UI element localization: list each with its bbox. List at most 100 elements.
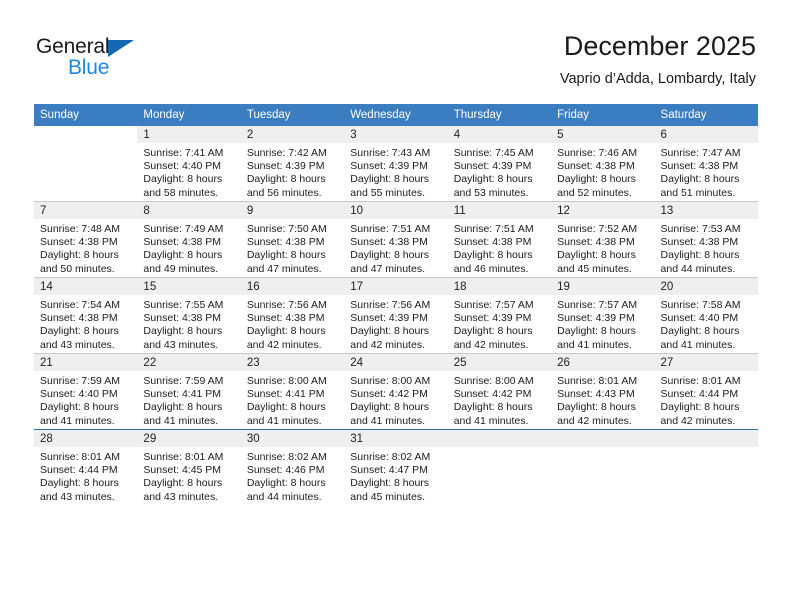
- daylight-text-line2: and 42 minutes.: [246, 338, 322, 351]
- sunrise-text: Sunrise: 8:00 AM: [246, 375, 327, 387]
- calendar-day-cell[interactable]: 22 Sunrise: 7:59 AM Sunset: 4:41 PM Dayligh…: [137, 353, 241, 430]
- calendar-day-cell[interactable]: 23 Sunrise: 8:00 AM Sunset: 4:41 PM Dayligh…: [240, 353, 345, 430]
- calendar-day-cell[interactable]: 5 Sunrise: 7:46 AM Sunset: 4:38 PM Daylight…: [551, 126, 655, 202]
- calendar-day-cell[interactable]: 1 Sunrise: 7:41 AM Sunset: 4:40 PM Daylight…: [137, 126, 241, 202]
- day-details: Sunrise: 7:55 AM Sunset: 4:38 PM Daylight:…: [137, 295, 240, 352]
- sunrise-text: Sunrise: 7:54 AM: [40, 299, 120, 311]
- sunrise-text: Sunrise: 7:47 AM: [660, 147, 741, 159]
- calendar-day-cell[interactable]: 19 Sunrise: 7:57 AM Sunset: 4:39 PM Dayligh…: [551, 277, 655, 354]
- calendar-day-cell[interactable]: 16 Sunrise: 7:56 AM Sunset: 4:38 PM Dayligh…: [240, 277, 345, 354]
- calendar-day-cell[interactable]: 4 Sunrise: 7:45 AM Sunset: 4:39 PM Daylight…: [447, 126, 552, 202]
- day-cell-content: [447, 430, 552, 505]
- daylight-text-line1: Daylight: 8 hours: [453, 249, 533, 262]
- day-number: 22: [137, 354, 241, 371]
- calendar-day-cell[interactable]: 12 Sunrise: 7:52 AM Sunset: 4:38 PM Dayligh…: [551, 201, 655, 278]
- day-cell-content: 3 Sunrise: 7:43 AM Sunset: 4:39 PM Daylight…: [344, 126, 448, 201]
- daylight-text-line1: Daylight: 8 hours: [660, 325, 740, 338]
- day-details: Sunrise: 7:57 AM Sunset: 4:39 PM Daylight:…: [551, 295, 654, 352]
- sunrise-text: Sunrise: 8:01 AM: [557, 375, 638, 387]
- day-cell-content: 19 Sunrise: 7:57 AM Sunset: 4:39 PM Dayligh…: [551, 278, 655, 353]
- day-number: 1: [137, 126, 241, 143]
- calendar-day-cell[interactable]: 15 Sunrise: 7:55 AM Sunset: 4:38 PM Dayligh…: [137, 277, 241, 354]
- daylight-text-line1: Daylight: 8 hours: [350, 477, 430, 490]
- calendar-day-cell[interactable]: 9 Sunrise: 7:50 AM Sunset: 4:38 PM Daylight…: [240, 201, 345, 278]
- day-cell-content: 30 Sunrise: 8:02 AM Sunset: 4:46 PM Dayligh…: [240, 430, 345, 505]
- calendar-day-cell[interactable]: 13 Sunrise: 7:53 AM Sunset: 4:38 PM Dayligh…: [654, 201, 758, 278]
- day-number: 23: [240, 354, 345, 371]
- day-details: Sunrise: 7:48 AM Sunset: 4:38 PM Daylight:…: [34, 219, 137, 276]
- daylight-text-line2: and 43 minutes.: [143, 490, 219, 503]
- day-number: 17: [344, 278, 448, 295]
- day-number: [551, 430, 655, 447]
- daylight-text-line1: Daylight: 8 hours: [350, 401, 430, 414]
- daylight-text-line1: Daylight: 8 hours: [246, 325, 326, 338]
- calendar-day-cell[interactable]: 17 Sunrise: 7:56 AM Sunset: 4:39 PM Dayligh…: [344, 277, 448, 354]
- daylight-text-line2: and 41 minutes.: [453, 414, 529, 427]
- calendar-day-cell[interactable]: 25 Sunrise: 8:00 AM Sunset: 4:42 PM Dayligh…: [447, 353, 552, 430]
- calendar-day-cell[interactable]: 6 Sunrise: 7:47 AM Sunset: 4:38 PM Daylight…: [654, 126, 758, 202]
- calendar-page: General Blue December 2025 Vaprio d’Adda…: [0, 0, 792, 612]
- sunrise-text: Sunrise: 7:45 AM: [453, 147, 534, 159]
- calendar-day-cell[interactable]: 28 Sunrise: 8:01 AM Sunset: 4:44 PM Dayligh…: [34, 429, 138, 505]
- day-number: 7: [34, 202, 138, 219]
- daylight-text-line2: and 42 minutes.: [350, 338, 425, 351]
- daylight-text-line1: Daylight: 8 hours: [143, 325, 223, 338]
- calendar-day-cell[interactable]: 21 Sunrise: 7:59 AM Sunset: 4:40 PM Dayligh…: [34, 353, 138, 430]
- daylight-text-line1: Daylight: 8 hours: [557, 173, 636, 186]
- calendar-day-cell-empty: [551, 429, 655, 505]
- day-number: [654, 430, 758, 447]
- daylight-text-line2: and 45 minutes.: [557, 262, 632, 275]
- day-number: 14: [34, 278, 138, 295]
- calendar-day-cell[interactable]: 10 Sunrise: 7:51 AM Sunset: 4:38 PM Dayligh…: [344, 201, 448, 278]
- calendar-day-cell[interactable]: 7 Sunrise: 7:48 AM Sunset: 4:38 PM Daylight…: [34, 201, 138, 278]
- sunset-text: Sunset: 4:38 PM: [246, 236, 325, 249]
- calendar-week-row: 1 Sunrise: 7:41 AM Sunset: 4:40 PM Daylight…: [34, 126, 758, 202]
- calendar-day-cell[interactable]: 20 Sunrise: 7:58 AM Sunset: 4:40 PM Dayligh…: [654, 277, 758, 354]
- sunset-text: Sunset: 4:38 PM: [143, 236, 222, 249]
- daylight-text-line1: Daylight: 8 hours: [246, 401, 326, 414]
- daylight-text-line1: Daylight: 8 hours: [453, 401, 533, 414]
- day-details: Sunrise: 7:46 AM Sunset: 4:38 PM Daylight:…: [551, 143, 654, 200]
- day-cell-content: 22 Sunrise: 7:59 AM Sunset: 4:41 PM Dayligh…: [137, 354, 241, 429]
- calendar-day-cell[interactable]: 31 Sunrise: 8:02 AM Sunset: 4:47 PM Dayligh…: [344, 429, 448, 505]
- day-number: 8: [137, 202, 241, 219]
- day-number: [34, 126, 138, 143]
- sunrise-text: Sunrise: 7:59 AM: [143, 375, 224, 387]
- day-cell-content: 16 Sunrise: 7:56 AM Sunset: 4:38 PM Dayligh…: [240, 278, 345, 353]
- daylight-text-line1: Daylight: 8 hours: [557, 325, 636, 338]
- calendar-day-cell[interactable]: 26 Sunrise: 8:01 AM Sunset: 4:43 PM Dayligh…: [551, 353, 655, 430]
- daylight-text-line2: and 45 minutes.: [350, 490, 425, 503]
- calendar-day-cell[interactable]: 30 Sunrise: 8:02 AM Sunset: 4:46 PM Dayligh…: [240, 429, 345, 505]
- sunset-text: Sunset: 4:43 PM: [557, 388, 635, 401]
- day-number: 29: [137, 430, 241, 447]
- day-cell-content: 9 Sunrise: 7:50 AM Sunset: 4:38 PM Daylight…: [240, 202, 345, 277]
- day-details: Sunrise: 7:42 AM Sunset: 4:39 PM Daylight:…: [241, 143, 344, 200]
- calendar-week-row: 14 Sunrise: 7:54 AM Sunset: 4:38 PM Dayligh…: [34, 277, 758, 354]
- calendar-day-cell[interactable]: 27 Sunrise: 8:01 AM Sunset: 4:44 PM Dayligh…: [654, 353, 758, 430]
- page-subtitle: Vaprio d’Adda, Lombardy, Italy: [559, 71, 756, 87]
- day-details: Sunrise: 7:57 AM Sunset: 4:39 PM Daylight:…: [448, 295, 551, 352]
- calendar-day-cell[interactable]: 18 Sunrise: 7:57 AM Sunset: 4:39 PM Dayligh…: [447, 277, 552, 354]
- sunset-text: Sunset: 4:38 PM: [40, 236, 118, 249]
- day-cell-content: 27 Sunrise: 8:01 AM Sunset: 4:44 PM Dayligh…: [654, 354, 758, 429]
- calendar-day-cell[interactable]: 8 Sunrise: 7:49 AM Sunset: 4:38 PM Daylight…: [137, 201, 241, 278]
- sunrise-text: Sunrise: 7:46 AM: [557, 147, 638, 159]
- sunset-text: Sunset: 4:44 PM: [660, 388, 739, 401]
- calendar-day-cell[interactable]: 11 Sunrise: 7:51 AM Sunset: 4:38 PM Dayligh…: [447, 201, 552, 278]
- weekday-header-friday: Friday: [551, 104, 655, 126]
- sunset-text: Sunset: 4:38 PM: [660, 160, 739, 173]
- sunrise-text: Sunrise: 8:00 AM: [453, 375, 534, 387]
- daylight-text-line1: Daylight: 8 hours: [143, 173, 223, 186]
- calendar-day-cell[interactable]: 2 Sunrise: 7:42 AM Sunset: 4:39 PM Daylight…: [240, 126, 345, 202]
- calendar-day-cell[interactable]: 14 Sunrise: 7:54 AM Sunset: 4:38 PM Dayligh…: [34, 277, 138, 354]
- calendar-day-cell[interactable]: 3 Sunrise: 7:43 AM Sunset: 4:39 PM Daylight…: [344, 126, 448, 202]
- daylight-text-line1: Daylight: 8 hours: [143, 477, 223, 490]
- calendar-day-cell[interactable]: 24 Sunrise: 8:00 AM Sunset: 4:42 PM Dayligh…: [344, 353, 448, 430]
- daylight-text-line2: and 42 minutes.: [557, 414, 632, 427]
- day-details: Sunrise: 8:01 AM Sunset: 4:44 PM Daylight:…: [655, 371, 758, 428]
- day-number: 13: [654, 202, 758, 219]
- daylight-text-line2: and 41 minutes.: [40, 414, 115, 427]
- day-details: Sunrise: 7:50 AM Sunset: 4:38 PM Daylight:…: [241, 219, 344, 276]
- calendar-day-cell[interactable]: 29 Sunrise: 8:01 AM Sunset: 4:45 PM Dayligh…: [137, 429, 241, 505]
- day-details: Sunrise: 8:01 AM Sunset: 4:44 PM Daylight:…: [34, 447, 137, 504]
